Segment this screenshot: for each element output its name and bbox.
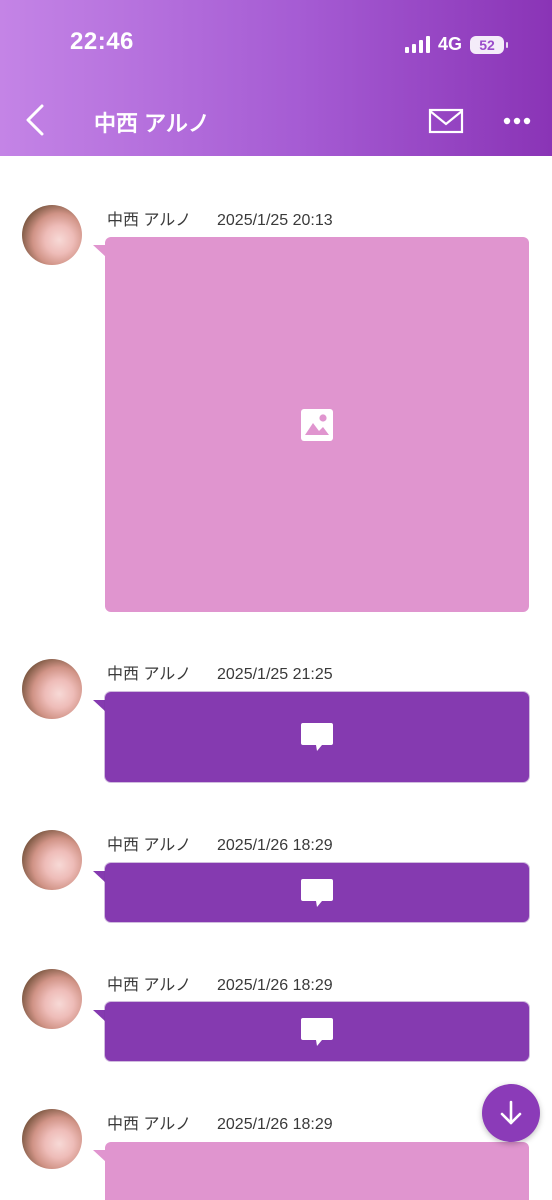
sender-name: 中西 アルノ	[107, 212, 192, 229]
page-title: 中西 アルノ	[94, 111, 210, 136]
network-type: 4G	[437, 34, 462, 54]
sender-name: 中西 アルノ	[107, 666, 192, 683]
message-timestamp: 2025/1/25 21:25	[217, 666, 333, 683]
sender-name: 中西 アルノ	[107, 837, 192, 854]
message-timestamp: 2025/1/26 18:29	[217, 977, 333, 994]
battery-icon: 52	[470, 35, 508, 54]
image-icon	[301, 408, 333, 441]
avatar[interactable]	[22, 1109, 82, 1169]
status-time: 22:46	[70, 28, 134, 55]
message-timestamp: 2025/1/26 18:29	[217, 837, 333, 854]
image-message-bubble[interactable]	[105, 1142, 529, 1200]
scroll-to-bottom-button[interactable]	[482, 1084, 540, 1142]
mail-button[interactable]	[428, 108, 464, 134]
message-timestamp: 2025/1/25 20:13	[217, 212, 333, 229]
chat-bubble-icon	[301, 1017, 333, 1046]
more-button[interactable]	[500, 108, 534, 134]
text-message-bubble[interactable]	[105, 863, 529, 922]
message-meta: 中西 アルノ 2025/1/25 21:25	[107, 660, 333, 684]
more-dots-icon	[503, 117, 531, 125]
mail-icon	[428, 108, 464, 134]
message-meta: 中西 アルノ 2025/1/26 18:29	[107, 971, 333, 995]
avatar[interactable]	[22, 969, 82, 1029]
text-message-bubble[interactable]	[105, 1002, 529, 1061]
chat-bubble-icon	[301, 878, 333, 907]
message-meta: 中西 アルノ 2025/1/26 18:29	[107, 1110, 333, 1134]
avatar[interactable]	[22, 659, 82, 719]
signal-icon	[404, 36, 430, 53]
sender-name: 中西 アルノ	[107, 977, 192, 994]
chevron-left-icon	[26, 104, 44, 136]
chat-bubble-icon	[301, 723, 333, 751]
avatar[interactable]	[22, 830, 82, 890]
text-message-bubble[interactable]	[105, 692, 529, 782]
image-message-bubble[interactable]	[105, 237, 529, 612]
message-meta: 中西 アルノ 2025/1/25 20:13	[107, 206, 333, 230]
status-indicators: 4G 52	[404, 34, 508, 55]
arrow-down-icon	[500, 1100, 522, 1125]
avatar[interactable]	[22, 205, 82, 265]
app-header: 22:46 4G 52 中西 アルノ	[0, 0, 552, 156]
back-button[interactable]	[18, 100, 54, 140]
message-meta: 中西 アルノ 2025/1/26 18:29	[107, 831, 333, 855]
message-timestamp: 2025/1/26 18:29	[217, 1116, 333, 1133]
battery-level: 52	[479, 36, 495, 53]
sender-name: 中西 アルノ	[107, 1116, 192, 1133]
